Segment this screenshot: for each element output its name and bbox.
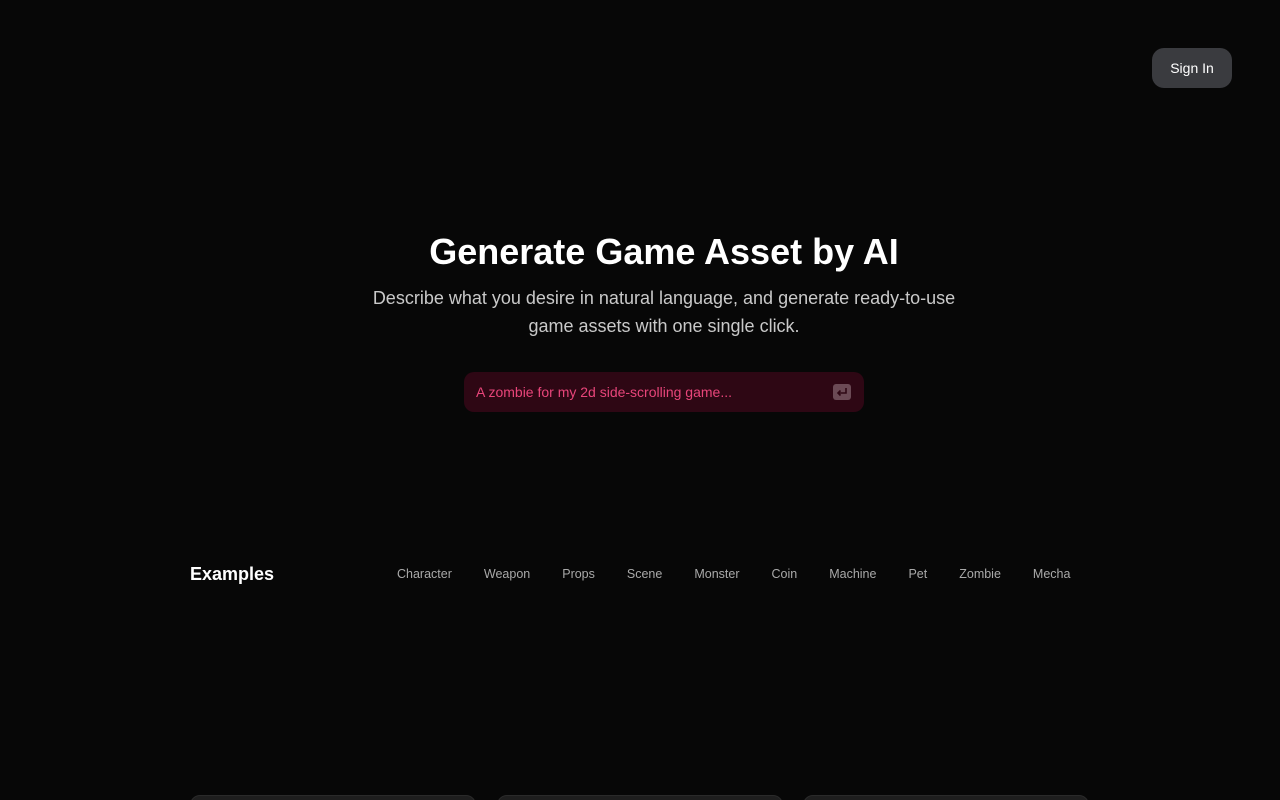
- submit-button[interactable]: [833, 384, 851, 400]
- example-card[interactable]: [497, 795, 783, 800]
- hero-subtitle: Describe what you desire in natural lang…: [372, 288, 956, 336]
- sign-in-button[interactable]: Sign In: [1152, 48, 1232, 88]
- tab-weapon[interactable]: Weapon: [468, 564, 546, 584]
- prompt-input[interactable]: [464, 372, 824, 412]
- example-category-tabs: Character Weapon Props Scene Monster Coi…: [381, 564, 1086, 584]
- tab-mecha[interactable]: Mecha: [1017, 564, 1087, 584]
- page: Sign In Generate Game Asset by AI Descri…: [0, 0, 1280, 800]
- tab-pet[interactable]: Pet: [892, 564, 943, 584]
- tab-zombie[interactable]: Zombie: [943, 564, 1017, 584]
- example-card[interactable]: [803, 795, 1089, 800]
- tab-character[interactable]: Character: [381, 564, 468, 584]
- tab-props[interactable]: Props: [546, 564, 611, 584]
- tab-coin[interactable]: Coin: [756, 564, 814, 584]
- examples-heading: Examples: [190, 564, 275, 584]
- enter-key-icon: [836, 388, 847, 397]
- hero-title: Generate Game Asset by AI: [429, 231, 899, 272]
- tab-scene[interactable]: Scene: [611, 564, 678, 584]
- prompt-box: [464, 372, 864, 412]
- sign-in-label: Sign In: [1170, 60, 1214, 76]
- tab-machine[interactable]: Machine: [813, 564, 892, 584]
- tab-monster[interactable]: Monster: [678, 564, 755, 584]
- example-card[interactable]: [190, 795, 476, 800]
